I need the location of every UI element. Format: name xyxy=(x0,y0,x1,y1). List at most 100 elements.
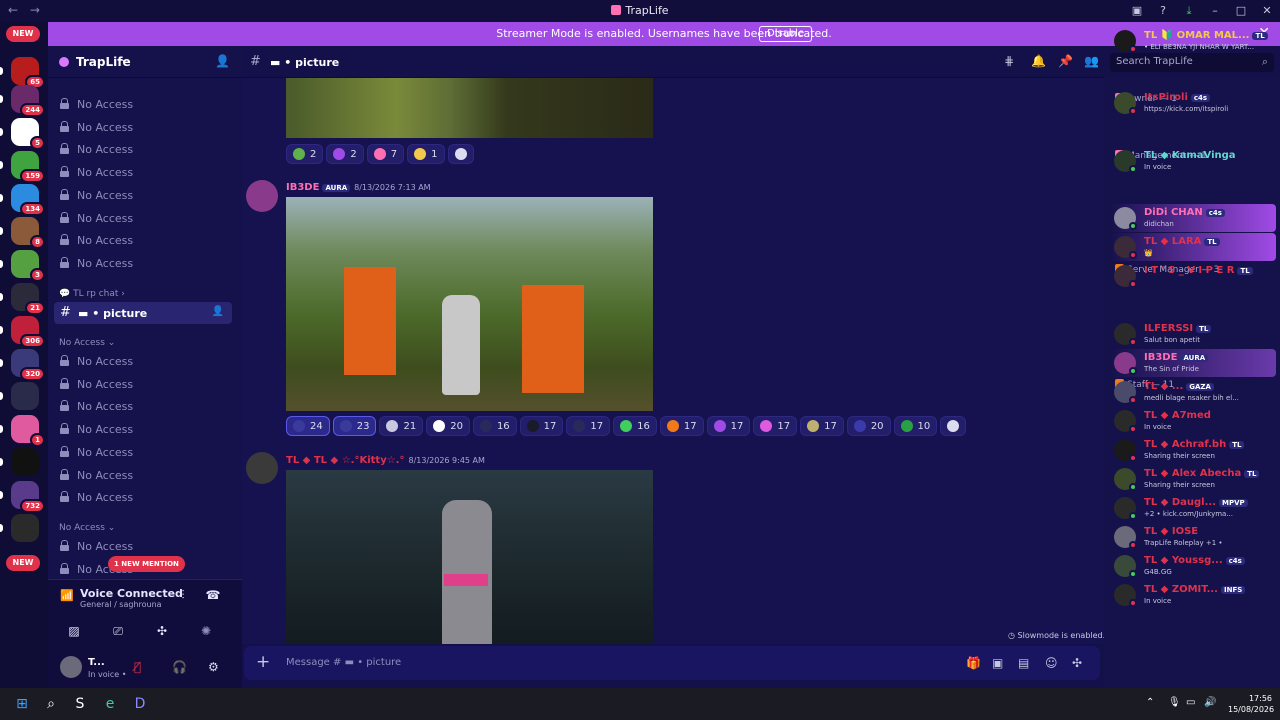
reaction-button[interactable]: 16 xyxy=(472,416,517,436)
disconnect-icon[interactable]: ☎ xyxy=(198,588,228,606)
bell-icon[interactable]: 🔔 xyxy=(1031,54,1046,68)
member-item[interactable]: DiDi CHAN c4s didichan xyxy=(1110,204,1276,232)
message-composer[interactable]: + Message # ▬ • picture 🎁 ▣ ▤ ☺ ✣ xyxy=(244,646,1100,680)
channel-locked[interactable]: No Access xyxy=(56,95,232,115)
channel-locked[interactable]: No Access xyxy=(56,375,232,395)
emoji-icon[interactable]: ☺ xyxy=(1045,656,1058,670)
reaction-button[interactable]: 17 xyxy=(753,416,798,436)
channel-locked[interactable]: No Access xyxy=(56,466,232,486)
avatar[interactable] xyxy=(246,452,278,484)
channel-locked[interactable]: No Access xyxy=(56,443,232,463)
member-item[interactable]: IB3DE AURA The Sin of Pride xyxy=(1110,349,1276,377)
sticker-icon[interactable]: ▤ xyxy=(1018,656,1029,670)
add-member-icon[interactable]: 👤 xyxy=(215,54,230,68)
avatar[interactable] xyxy=(246,180,278,212)
soundboard-icon[interactable]: ✺ xyxy=(186,624,226,642)
server-icon[interactable]: 159 xyxy=(0,151,45,183)
member-item[interactable]: TL ◆ ZOMIT... INFS In voice xyxy=(1110,581,1276,609)
member-item[interactable]: TL 🔰 OMAR MAL... TL • ELI BE3NA YJI NHAR W… xyxy=(1110,27,1276,55)
server-icon[interactable] xyxy=(0,448,39,476)
new-badge-bottom[interactable]: NEW xyxy=(6,555,40,571)
server-icon[interactable]: 732 xyxy=(0,481,45,513)
gift-icon[interactable]: 🎁 xyxy=(966,656,981,670)
new-badge-top[interactable]: NEW xyxy=(6,26,40,42)
reaction-button[interactable]: 17 xyxy=(566,416,611,436)
server-icon[interactable] xyxy=(0,514,39,542)
category-no-access-b[interactable]: No Access ⌄ xyxy=(59,523,115,533)
network-icon[interactable]: ▭ xyxy=(1186,697,1195,708)
reaction-button[interactable]: 17 xyxy=(800,416,844,436)
message-image[interactable] xyxy=(286,78,653,138)
reaction-button[interactable]: 2 xyxy=(326,144,364,164)
noise-suppression-icon[interactable]: ⫶ xyxy=(168,588,198,606)
channel-locked[interactable]: No Access xyxy=(56,118,232,138)
member-item[interactable]: TL ◆ Daugl... MPVP +2 • kick.com/Junkyma..… xyxy=(1110,494,1276,522)
server-icon[interactable]: 21 xyxy=(0,283,45,315)
channel-picture-selected[interactable]: # ▬ • picture 👤 xyxy=(54,302,232,324)
gear-icon[interactable]: ⚙ xyxy=(208,660,219,674)
disable-button[interactable]: Disable xyxy=(759,26,813,42)
server-icon[interactable]: 1 xyxy=(0,415,45,447)
channel-locked[interactable]: No Access xyxy=(56,163,232,183)
server-icon[interactable]: 3 xyxy=(0,250,45,282)
channel-locked[interactable]: No Access xyxy=(56,186,232,206)
category-no-access-a[interactable]: No Access ⌄ xyxy=(59,338,115,348)
member-item[interactable]: TL ◆ LARA TL 👑 xyxy=(1110,233,1276,261)
member-list-icon[interactable]: 👥 xyxy=(1084,54,1099,68)
server-icon[interactable]: 306 xyxy=(0,316,45,348)
member-item[interactable]: TL ◆ ... GAZA medli blage nsaker bih el... xyxy=(1110,378,1276,406)
reaction-button[interactable]: 23 xyxy=(332,416,377,436)
server-icon[interactable] xyxy=(0,382,39,410)
channel-locked[interactable]: No Access xyxy=(56,254,232,274)
gif-icon[interactable]: ▣ xyxy=(992,656,1003,670)
chevron-up-icon[interactable]: ⌃ xyxy=(1146,697,1154,708)
member-item[interactable]: TL ◆ Achraf.bh TL Sharing their screen xyxy=(1110,436,1276,464)
reaction-button[interactable]: 20 xyxy=(426,416,470,436)
channel-locked[interactable]: No Access xyxy=(56,488,232,508)
channel-locked[interactable]: No Access xyxy=(56,420,232,440)
server-icon[interactable]: 320 xyxy=(0,349,45,381)
search-input[interactable]: Search TrapLife ⌕ xyxy=(1110,53,1274,72)
member-item[interactable]: I T ' S _ V I P E R TL xyxy=(1110,262,1276,290)
add-reaction-button[interactable] xyxy=(447,144,474,164)
apps-icon[interactable]: ✣ xyxy=(1072,656,1082,670)
channel-locked[interactable]: No Access xyxy=(56,397,232,417)
avatar[interactable] xyxy=(60,656,82,678)
member-item[interactable]: ILFERSSI TL Salut bon apetit xyxy=(1110,320,1276,348)
add-attachment-button[interactable]: + xyxy=(256,652,270,672)
search-icon[interactable]: ⌕ xyxy=(41,694,61,714)
category-rp-chat[interactable]: 💬 TL rp chat › xyxy=(59,289,125,299)
deafen-icon[interactable]: 🎧 xyxy=(172,660,187,674)
channel-locked[interactable]: No Access xyxy=(56,209,232,229)
channel-locked[interactable]: No Access xyxy=(56,352,232,372)
chevron-down-icon[interactable]: ⌄ xyxy=(120,54,128,65)
activities-icon[interactable]: ✣ xyxy=(142,624,182,642)
message-image[interactable] xyxy=(286,197,653,411)
minimize-button[interactable]: – xyxy=(1202,0,1228,22)
pin-icon[interactable]: 📌 xyxy=(1058,54,1073,68)
new-mention-pill[interactable]: 1 NEW MENTION xyxy=(108,556,185,572)
member-item[interactable]: TL ◆ Alex Abecha TL Sharing their screen xyxy=(1110,465,1276,493)
edge-icon[interactable]: e xyxy=(100,694,120,714)
reaction-button[interactable]: 17 xyxy=(659,416,704,436)
reaction-button[interactable]: 7 xyxy=(366,144,405,164)
steam-icon[interactable]: S xyxy=(70,694,90,714)
reaction-button[interactable]: 17 xyxy=(706,416,751,436)
reaction-button[interactable]: 21 xyxy=(379,416,424,436)
server-icon[interactable]: 244 xyxy=(0,85,45,117)
discord-icon[interactable]: D xyxy=(130,694,150,714)
mic-muted-icon[interactable]: 🎙̸ xyxy=(134,660,141,674)
channel-locked[interactable]: No Access xyxy=(56,231,232,251)
member-item[interactable]: TL ◆ IOSE TrapLife Roleplay +1 • xyxy=(1110,523,1276,551)
reaction-button[interactable]: 16 xyxy=(613,416,657,436)
volume-icon[interactable]: 🔊 xyxy=(1204,697,1216,708)
maximize-button[interactable]: □ xyxy=(1228,0,1254,22)
reaction-button[interactable]: 17 xyxy=(519,416,564,436)
channel-locked[interactable]: No Access xyxy=(56,140,232,160)
reaction-button[interactable]: 2 xyxy=(286,144,324,164)
username[interactable]: T... xyxy=(88,657,105,668)
member-item[interactable]: TL ◆ Youssg... c4s G4B.GG xyxy=(1110,552,1276,580)
add-member-icon[interactable]: 👤 xyxy=(212,306,224,317)
signal-icon[interactable]: 📶 xyxy=(60,589,74,602)
message-input[interactable]: Message # ▬ • picture xyxy=(286,657,401,668)
